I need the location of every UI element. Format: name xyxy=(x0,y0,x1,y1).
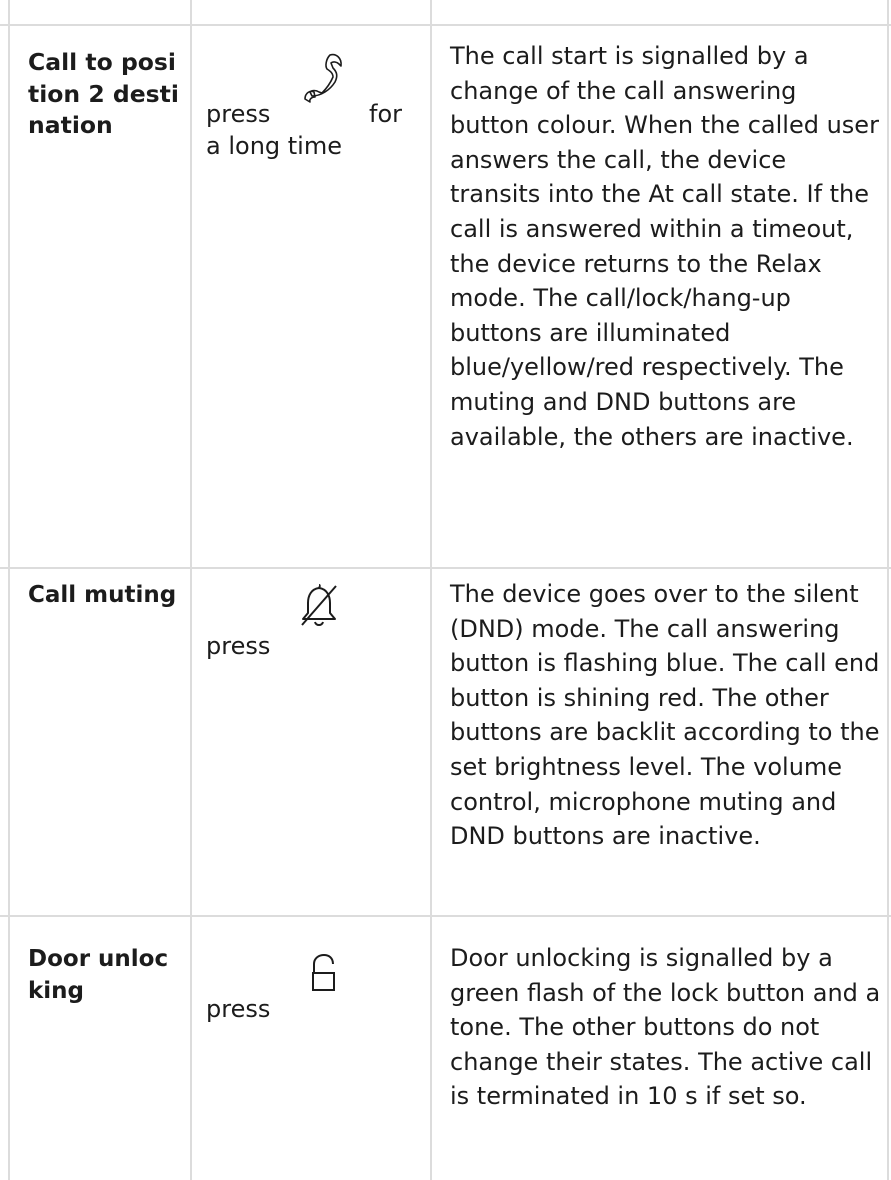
state-description: Door unlocking is signalled by a green f… xyxy=(450,944,881,1111)
handset-icon xyxy=(304,53,342,103)
state-table: Call to position 2 destination press for… xyxy=(0,0,891,1180)
table-row: Call muting press The device goes over t… xyxy=(0,567,891,915)
action-press-label: press xyxy=(206,100,271,128)
state-description: The device goes over to the silent (DND)… xyxy=(450,580,880,851)
state-description: The call start is signalled by a change … xyxy=(450,42,879,451)
state-label: Door unlocking xyxy=(28,946,169,1004)
bell-off-icon xyxy=(301,584,337,626)
state-label: Call muting xyxy=(28,582,177,608)
action-press-label: press xyxy=(206,995,271,1023)
action-press-label: press xyxy=(206,632,271,660)
action-for-label: for xyxy=(369,100,402,128)
state-label: Call to position 2 destination xyxy=(28,48,179,139)
table-row: Door unlocking press Door unlocking is s… xyxy=(0,915,891,1180)
action-suffix-label: a long time xyxy=(206,132,342,160)
unlock-icon xyxy=(312,953,335,991)
table-row: Call to position 2 destination press for… xyxy=(0,24,891,567)
